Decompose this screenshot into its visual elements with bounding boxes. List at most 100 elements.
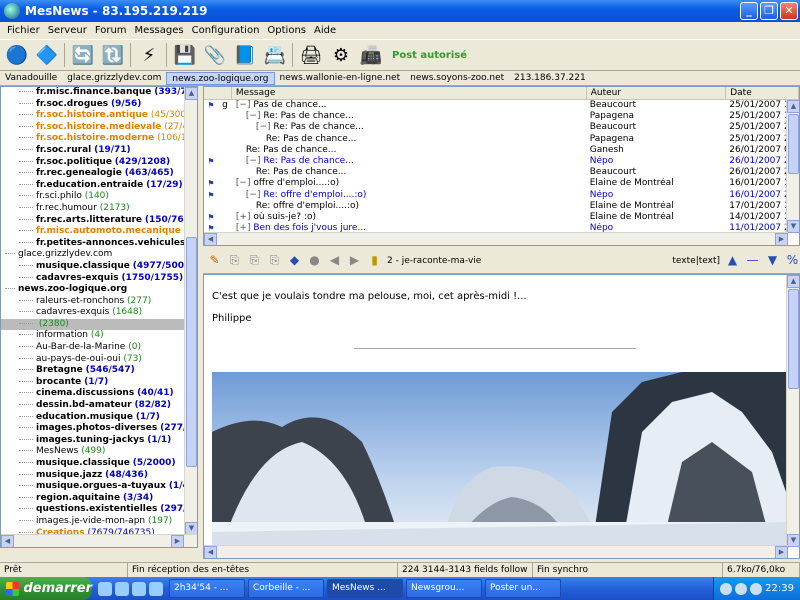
attach-icon[interactable]: 📎 — [202, 42, 228, 68]
tree-item[interactable]: fr.education.entraide (17/29) — [1, 180, 197, 192]
message-row[interactable]: ⚑ [+] où suis-je? :o) Élaine de Montréal 14… — [204, 212, 799, 223]
tree-item[interactable]: images.je-vide-mon-apn (197) — [1, 516, 197, 528]
refresh-all-icon[interactable]: 🔃 — [100, 42, 126, 68]
tree-item[interactable]: musique.orgues-a-tuyaux (1/48 — [1, 481, 197, 493]
header-date[interactable]: Date — [726, 87, 799, 99]
tree-item[interactable]: fr.misc.automoto.mecanique (9 — [1, 226, 197, 238]
taskbar-button[interactable]: MesNews ... — [327, 579, 403, 598]
tree-item[interactable]: images.tuning-jackys (1/1) — [1, 435, 197, 447]
format-label[interactable]: texte|text] — [672, 256, 720, 266]
tree-item[interactable]: fr.sci.philo (140) — [1, 191, 197, 203]
message-row[interactable]: [−] Re: Pas de chance... Papagena 25/01/20… — [204, 111, 799, 122]
fax-icon[interactable]: 📠 — [358, 42, 384, 68]
tree-item[interactable]: fr.petites-annonces.vehicules ( — [1, 238, 197, 250]
tree-item[interactable]: cadavres-exquis (1648) — [1, 307, 197, 319]
save-icon[interactable]: 💾 — [172, 42, 198, 68]
tree-item[interactable]: fr.soc.rural (19/71) — [1, 145, 197, 157]
tree-item[interactable]: fr.rec.genealogie (463/465) — [1, 168, 197, 180]
thread-toggle-icon[interactable]: [−] — [256, 122, 273, 132]
media-icon[interactable] — [132, 581, 146, 596]
server-tab[interactable]: news.wallonie-en-ligne.net — [275, 72, 406, 85]
tree-item[interactable]: fr.rec.arts.litterature (150/762) — [1, 215, 197, 227]
back-icon[interactable]: ◀ — [327, 253, 342, 268]
tree-item[interactable]: fr.misc.finance.banque (393/71 — [1, 87, 197, 99]
menu-messages[interactable]: Messages — [131, 25, 188, 36]
menu-aide[interactable]: Aide — [310, 25, 340, 36]
taskbar-button[interactable]: 2h34'54 - ... — [169, 579, 245, 598]
header-author[interactable]: Auteur — [587, 87, 727, 99]
connect-icon[interactable]: 🔵 — [4, 42, 30, 68]
message-row[interactable]: ⚑ [−] offre d'emploi....:o) Élaine de Mont… — [204, 178, 799, 189]
scroll-down-arrow[interactable]: ▼ — [787, 220, 799, 233]
message-row[interactable]: Re: Pas de chance... Papagena 25/01/2007 2… — [204, 134, 799, 145]
scroll-up-arrow[interactable]: ▲ — [787, 275, 799, 288]
thread-toggle-icon[interactable]: [−] — [246, 190, 263, 200]
scroll-up-arrow[interactable]: ▲ — [185, 87, 197, 100]
tree-item[interactable]: cinema.discussions (40/41) — [1, 388, 197, 400]
reply-icon[interactable]: ⎘ — [227, 253, 242, 268]
message-vertical-scrollbar[interactable]: ▲ ▼ — [786, 100, 799, 233]
viewer-vertical-scrollbar[interactable]: ▲ ▼ — [786, 275, 799, 547]
header-message[interactable]: Message — [232, 87, 587, 99]
taskbar-button[interactable]: Corbeille - ... — [248, 579, 324, 598]
minus-icon[interactable]: — — [745, 253, 760, 268]
tree-item[interactable]: questions.existentielles (297/3 — [1, 504, 197, 516]
next-icon[interactable]: ▶ — [347, 253, 362, 268]
tree-item[interactable]: musique.classique (4977/5002) — [1, 261, 197, 273]
lightning-icon[interactable]: ⚡ — [136, 42, 162, 68]
message-row[interactable]: [−] Re: Pas de chance... Beaucourt 25/01/2… — [204, 122, 799, 133]
sort-down-icon[interactable]: ▼ — [765, 253, 780, 268]
menu-fichier[interactable]: Fichier — [3, 25, 44, 36]
menu-serveur[interactable]: Serveur — [44, 25, 91, 36]
thread-toggle-icon[interactable]: [−] — [246, 156, 263, 166]
sort-up-icon[interactable]: ▲ — [725, 253, 740, 268]
thread-toggle-icon[interactable]: [−] — [246, 111, 263, 121]
message-row[interactable]: ⚑ g [−] Pas de chance... Beaucourt 25/01/200… — [204, 100, 799, 111]
security-icon[interactable] — [750, 582, 763, 595]
scroll-left-arrow[interactable]: ◀ — [204, 233, 217, 245]
volume-icon[interactable] — [735, 582, 748, 595]
message-row[interactable]: ⚑ [−] Re: Pas de chance... Népo 26/01/2007 … — [204, 156, 799, 167]
desktop-icon[interactable] — [149, 581, 163, 596]
tree-item[interactable]: images.photos-diverses (277/4 — [1, 423, 197, 435]
taskbar-button[interactable]: Newsgrou... — [406, 579, 482, 598]
network-icon[interactable] — [720, 582, 733, 595]
scroll-left-arrow[interactable]: ◀ — [204, 546, 217, 558]
tree-item[interactable]: (2380) — [1, 318, 197, 331]
tree-item[interactable]: Au-Bar-de-la-Marine (0) — [1, 342, 197, 354]
message-row[interactable]: Re: offre d'emploi....:o) Élaine de Montr… — [204, 201, 799, 212]
tree-item[interactable]: musique.jazz (48/436) — [1, 470, 197, 482]
scroll-thumb[interactable] — [186, 237, 197, 467]
viewer-horizontal-scrollbar[interactable]: ◀ ▶ — [204, 545, 788, 558]
scroll-left-arrow[interactable]: ◀ — [1, 535, 14, 547]
server-tab[interactable]: 213.186.37.221 — [509, 72, 591, 85]
reply-all-icon[interactable]: ⎘ — [247, 253, 262, 268]
send-receive-icon[interactable]: 🔷 — [34, 42, 60, 68]
tree-item[interactable]: fr.soc.histoire.antique (45/300/ — [1, 110, 197, 122]
server-tab[interactable]: news.zoo-logique.org — [166, 72, 275, 85]
scroll-up-arrow[interactable]: ▲ — [787, 100, 799, 113]
bookmark-icon[interactable]: ◆ — [287, 253, 302, 268]
scroll-right-arrow[interactable]: ▶ — [775, 546, 788, 558]
menu-forum[interactable]: Forum — [91, 25, 131, 36]
message-row[interactable]: Re: Pas de chance... Ganesh 26/01/2007 08 — [204, 145, 799, 156]
tree-item[interactable]: dessin.bd-amateur (82/82) — [1, 400, 197, 412]
scroll-thumb[interactable] — [788, 114, 799, 174]
message-row[interactable]: Re: Pas de chance... Beaucourt 26/01/2007 … — [204, 167, 799, 178]
server-tab[interactable]: Vanadouille — [0, 72, 62, 85]
menu-options[interactable]: Options — [263, 25, 310, 36]
minimize-button[interactable]: _ — [740, 2, 758, 20]
message-row[interactable]: ⚑ [−] Re: offre d'emploi....:o) Népo 16/01/… — [204, 190, 799, 201]
stop-icon[interactable]: ● — [307, 253, 322, 268]
tree-item[interactable]: region.aquitaine (3/34) — [1, 493, 197, 505]
tree-item[interactable]: fr.rec.humour (2173) — [1, 203, 197, 215]
tree-item[interactable]: fr.soc.politique (429/1208) — [1, 157, 197, 169]
scroll-right-arrow[interactable]: ▶ — [171, 535, 184, 547]
book-icon[interactable]: 📘 — [232, 42, 258, 68]
edit-icon[interactable]: ✎ — [207, 253, 222, 268]
close-button[interactable]: ✕ — [780, 2, 798, 20]
message-horizontal-scrollbar[interactable]: ◀ ▶ — [204, 232, 788, 245]
print-icon[interactable]: 🖨 — [298, 42, 324, 68]
scroll-right-arrow[interactable]: ▶ — [775, 233, 788, 245]
server-tab[interactable]: glace.grizzlydev.com — [62, 72, 166, 85]
